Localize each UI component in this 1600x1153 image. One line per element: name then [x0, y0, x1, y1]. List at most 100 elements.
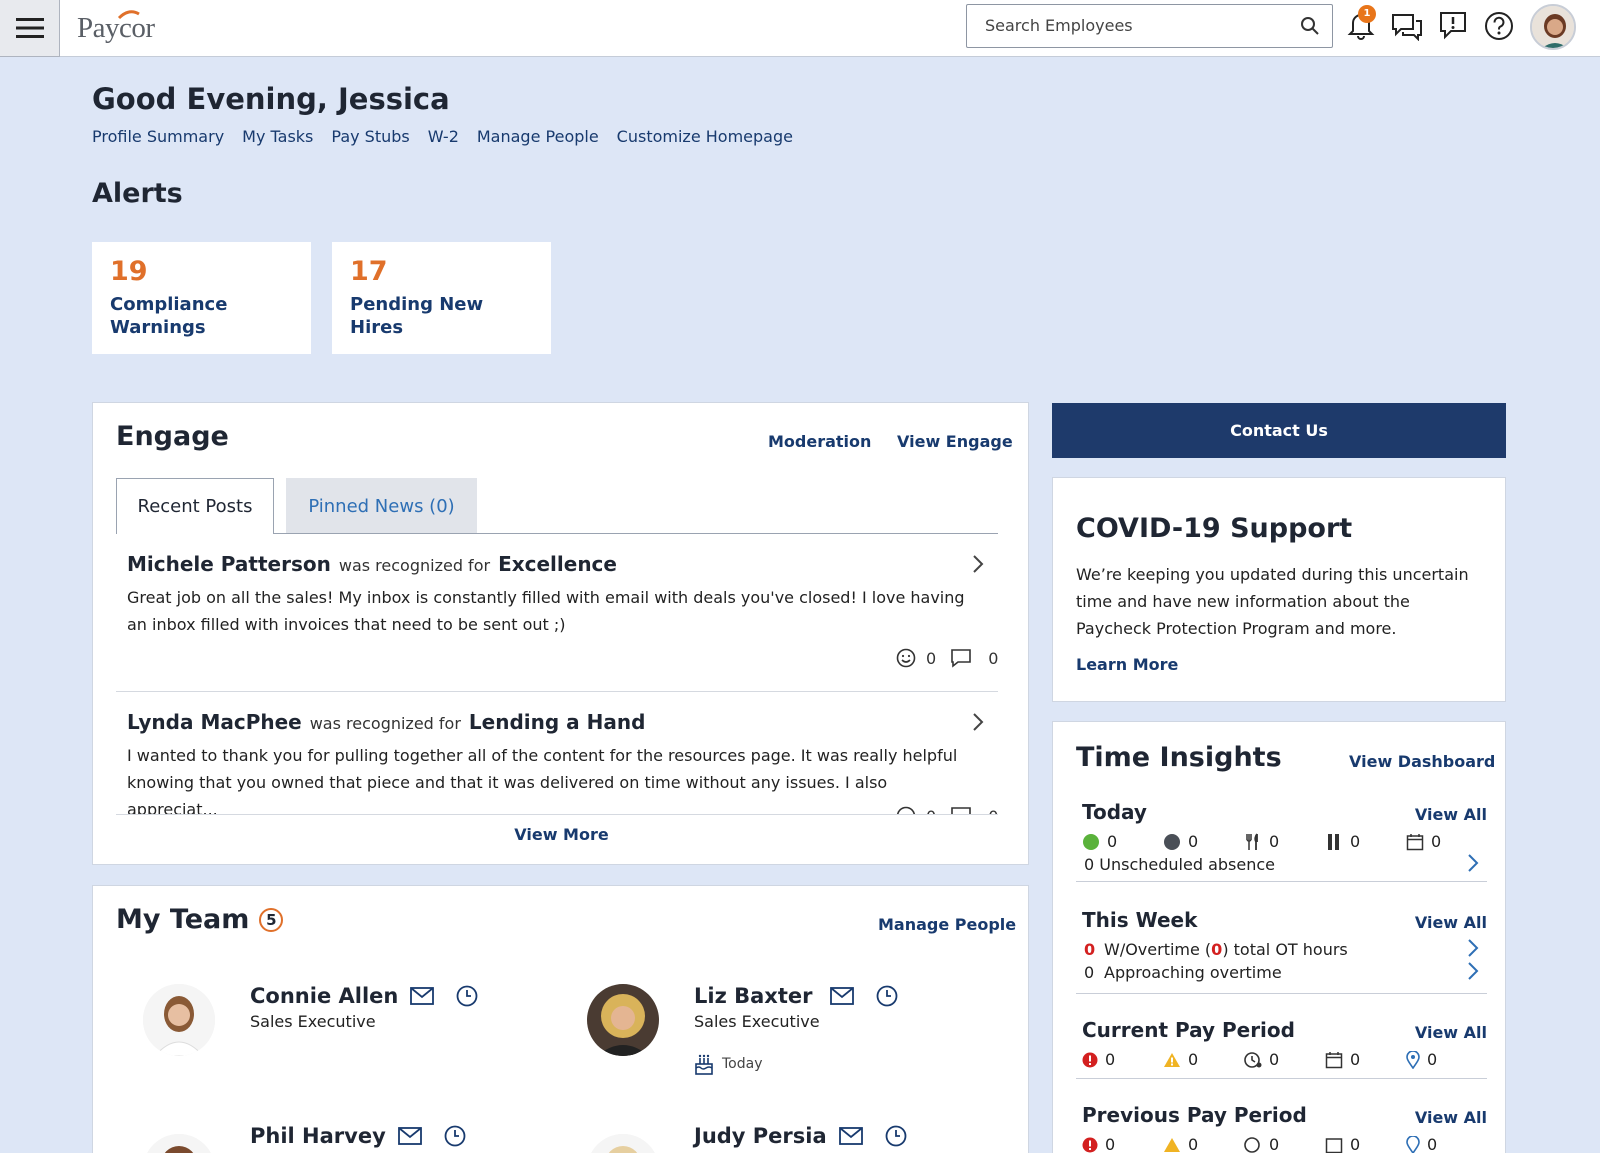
hamburger-menu-button[interactable] [0, 0, 60, 57]
comment-icon[interactable] [950, 806, 972, 814]
mail-icon[interactable] [410, 987, 435, 1005]
member-name[interactable]: Connie Allen [250, 984, 398, 1008]
alert-label: Pending New Hires [350, 294, 484, 338]
stat-value: 0 [1431, 832, 1442, 851]
mail-icon[interactable] [830, 987, 855, 1005]
comment-icon[interactable] [950, 648, 972, 668]
user-avatar[interactable] [1530, 4, 1576, 50]
smiley-icon[interactable] [896, 648, 916, 668]
stat-value: 0 [1350, 1050, 1361, 1069]
engage-panel: Engage Moderation View Engage Recent Pos… [92, 402, 1029, 865]
post-body: I wanted to thank you for pulling togeth… [127, 746, 958, 814]
smiley-icon[interactable] [896, 806, 916, 814]
hamburger-icon [15, 18, 44, 38]
list-divider [116, 814, 998, 815]
chat-icon[interactable] [1391, 13, 1423, 41]
member-name[interactable]: Liz Baxter [694, 984, 812, 1008]
comment-count: 0 [988, 648, 998, 668]
tab-recent-posts[interactable]: Recent Posts [116, 478, 274, 534]
engage-title: Engage [116, 421, 229, 452]
clock-icon[interactable] [456, 985, 478, 1007]
link-profile-summary[interactable]: Profile Summary [92, 127, 224, 146]
notification-badge: 1 [1358, 5, 1376, 23]
logo-swoosh-icon [117, 10, 140, 20]
clock-icon[interactable] [876, 985, 898, 1007]
section-divider [1076, 993, 1487, 994]
learn-more-link[interactable]: Learn More [1076, 655, 1178, 674]
chevron-right-icon[interactable] [1467, 938, 1479, 958]
warning-icon [1164, 1052, 1180, 1067]
search-icon[interactable] [1300, 16, 1320, 36]
contact-us-button[interactable]: Contact Us [1052, 403, 1506, 458]
chevron-right-icon[interactable] [1467, 961, 1479, 981]
section-divider [1076, 881, 1487, 882]
previous-pay-view-all[interactable]: View All [1415, 1108, 1487, 1127]
member-name[interactable]: Judy Persia [694, 1124, 827, 1148]
post-reactions: 0 0 [896, 648, 998, 668]
link-manage-people[interactable]: Manage People [477, 127, 599, 146]
moderation-link[interactable]: Moderation [768, 432, 871, 451]
stat-value: 0 [1188, 1050, 1199, 1069]
view-more-link[interactable]: View More [93, 825, 1030, 844]
view-engage-link[interactable]: View Engage [897, 432, 1013, 451]
top-header: Paycor 1 [0, 0, 1600, 57]
birthday-label: Today [722, 1056, 763, 1072]
link-my-tasks[interactable]: My Tasks [242, 127, 313, 146]
clock-icon[interactable] [444, 1125, 466, 1147]
clocked-in-dot-icon [1083, 833, 1099, 850]
this-week-view-all[interactable]: View All [1415, 913, 1487, 932]
covid-body: We’re keeping you updated during this un… [1076, 565, 1469, 638]
alert-count: 19 [110, 256, 148, 287]
alert-card-compliance[interactable]: 19 Compliance Warnings [92, 242, 311, 354]
help-icon[interactable] [1484, 11, 1514, 41]
overtime-count: 0 [1084, 940, 1096, 959]
current-pay-view-all[interactable]: View All [1415, 1023, 1487, 1042]
alert-card-new-hires[interactable]: 17 Pending New Hires [332, 242, 551, 354]
mail-icon[interactable] [397, 1127, 422, 1145]
chevron-right-icon[interactable] [972, 712, 984, 732]
view-dashboard-link[interactable]: View Dashboard [1349, 752, 1495, 771]
comment-count: 0 [988, 807, 998, 815]
link-customize-homepage[interactable]: Customize Homepage [617, 127, 793, 146]
stat-value: 0 [1269, 1135, 1280, 1153]
post-verb: was recognized for [338, 556, 491, 575]
team-count-badge: 5 [259, 907, 284, 932]
stat-value: 0 [1188, 832, 1199, 851]
stat-value: 0 [1350, 1135, 1361, 1153]
clock-icon[interactable] [885, 1125, 907, 1147]
search-input[interactable] [967, 5, 1267, 45]
post-award: Excellence [498, 552, 617, 576]
tab-pinned-news[interactable]: Pinned News (0) [286, 478, 477, 534]
post-item[interactable]: Lynda MacPhee was recognized for Lending… [116, 692, 998, 814]
stat-value: 0 [1350, 832, 1361, 851]
previous-pay-period-section: Previous Pay Period View All 0 0 0 0 0 [1082, 1103, 1487, 1153]
location-pin-icon [1406, 1135, 1420, 1153]
link-w2[interactable]: W-2 [428, 127, 459, 146]
covid-support-card: COVID-19 Support We’re keeping you updat… [1052, 477, 1506, 702]
paycor-logo[interactable]: Paycor [77, 10, 155, 45]
chevron-right-icon[interactable] [972, 554, 984, 574]
member-photo [587, 984, 659, 1056]
link-pay-stubs[interactable]: Pay Stubs [331, 127, 409, 146]
stat-value: 0 [1427, 1135, 1438, 1153]
approaching-count: 0 [1084, 963, 1095, 982]
post-award: Lending a Hand [468, 710, 646, 734]
current-pay-period-section: Current Pay Period View All 0 0 0 0 0 [1082, 1018, 1487, 1069]
chevron-right-icon[interactable] [1467, 853, 1479, 873]
manage-people-link[interactable]: Manage People [878, 915, 1016, 934]
member-title: Sales Executive [694, 1012, 820, 1031]
covid-title: COVID-19 Support [1076, 513, 1353, 544]
overtime-label-start: W/Overtime ( [1104, 940, 1212, 959]
post-item[interactable]: Michele Patterson was recognized for Exc… [116, 534, 998, 692]
member-title: Sales Executive [250, 1012, 376, 1031]
today-section: Today View All 0 0 0 0 0 0 Unscheduled a… [1082, 800, 1487, 894]
member-name[interactable]: Phil Harvey [250, 1124, 386, 1148]
member-photo [143, 984, 215, 1056]
birthday-cake-icon [695, 1054, 713, 1075]
feedback-icon[interactable] [1439, 11, 1467, 41]
calendar-grid-icon [1325, 1051, 1343, 1068]
stat-value: 0 [1107, 832, 1118, 851]
employee-search-box[interactable] [966, 4, 1333, 48]
mail-icon[interactable] [838, 1127, 863, 1145]
today-view-all[interactable]: View All [1415, 805, 1487, 824]
